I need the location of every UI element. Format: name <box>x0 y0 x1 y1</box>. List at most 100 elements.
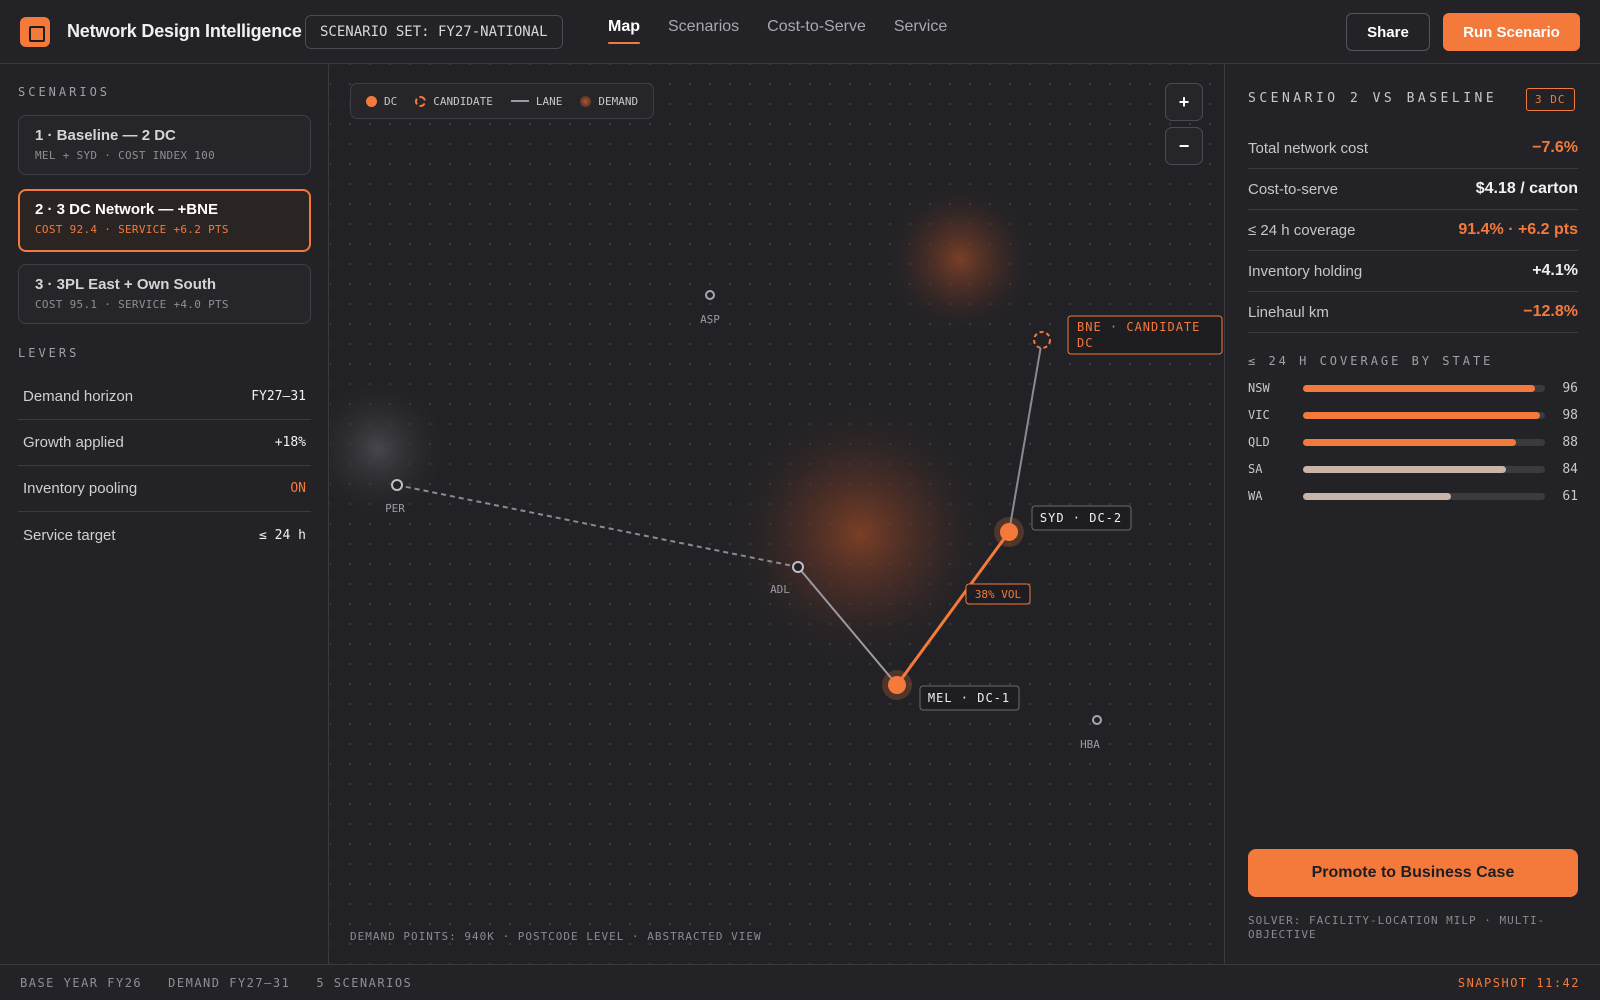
coverage-track <box>1303 411 1545 419</box>
kpi-value: −12.8% <box>1523 303 1578 320</box>
dc-dot-icon <box>366 95 377 107</box>
run-scenario-button[interactable]: Run Scenario <box>1443 13 1580 51</box>
city-node-asp[interactable] <box>705 290 715 300</box>
scenario-card-baseline[interactable]: 1 · Baseline — 2 DC MEL + SYD · COST IND… <box>18 115 311 175</box>
legend-item-dc: DC <box>366 95 397 108</box>
lever-name: Inventory pooling <box>23 480 138 497</box>
tab-cost-to-serve[interactable]: Cost-to-Serve <box>767 18 866 42</box>
scenarios-section-label: SCENARIOS <box>18 85 111 99</box>
legend-label: CANDIDATE <box>433 94 493 108</box>
map-canvas: ASP PER ADL HBA SYD · DC-2 MEL · DC-1 38… <box>330 179 1223 751</box>
kpi-value: +4.1% <box>1532 262 1578 279</box>
legend-label: DEMAND <box>598 94 639 108</box>
tab-service[interactable]: Service <box>894 18 947 42</box>
coverage-row-nsw: NSW 96 <box>1248 378 1578 398</box>
scenario-card-subtitle: COST 95.1 · SERVICE +4.0 PTS <box>35 298 229 311</box>
legend-item-demand: DEMAND <box>580 95 638 108</box>
share-button[interactable]: Share <box>1346 13 1430 51</box>
demand-status: DEMAND FY27–31 <box>168 976 291 990</box>
coverage-state: SA <box>1248 462 1263 476</box>
coverage-track <box>1303 465 1545 473</box>
top-bar: Network Design Intelligence SCENARIO SET… <box>0 0 1600 64</box>
demand-glow-icon <box>580 95 592 107</box>
coverage-track <box>1303 438 1545 446</box>
kpi-label: Cost-to-serve <box>1248 180 1339 198</box>
lever-value: +18% <box>274 435 306 450</box>
status-bar: BASE YEAR FY26 DEMAND FY27–31 5 SCENARIO… <box>0 964 1600 1000</box>
dc-node-mel[interactable] <box>888 676 906 694</box>
kpi-value: 91.4% · +6.2 pts <box>1458 221 1578 238</box>
scenario-count-status: 5 SCENARIOS <box>316 976 413 990</box>
left-sidebar: SCENARIOS 1 · Baseline — 2 DC MEL + SYD … <box>0 64 329 964</box>
kpi-linehaul-km: Linehaul km −12.8% <box>1248 292 1578 333</box>
app-title: Network Design Intelligence <box>67 21 302 41</box>
zoom-in-button[interactable]: + <box>1165 83 1203 121</box>
lever-name: Demand horizon <box>23 388 134 405</box>
candidate-node-bne[interactable] <box>1033 331 1051 349</box>
lever-value: ≤ 24 h <box>259 527 306 543</box>
legend-item-lane: LANE <box>510 95 562 108</box>
coverage-state: NSW <box>1248 381 1270 395</box>
coverage-bar <box>1303 438 1516 446</box>
dc-node-syd[interactable] <box>1000 523 1018 541</box>
city-label-asp: ASP <box>700 313 720 326</box>
dc-label-syd: SYD · DC-2 <box>1040 511 1122 525</box>
scenario-card-subtitle: MEL + SYD · COST INDEX 100 <box>35 149 215 162</box>
kpi-inventory-holding: Inventory holding +4.1% <box>1248 251 1578 292</box>
lever-name: Service target <box>23 526 116 544</box>
coverage-row-vic: VIC 98 <box>1248 405 1578 425</box>
kpi-value: −7.6% <box>1532 139 1578 156</box>
city-label-adl: ADL <box>770 583 790 596</box>
city-node-per[interactable] <box>391 479 403 491</box>
square-logo-icon <box>20 17 50 47</box>
lever-growth-applied[interactable]: Growth applied +18% <box>18 420 311 466</box>
legend-label: DC <box>384 94 398 108</box>
coverage-value: 98 <box>1562 407 1578 423</box>
city-label-per: PER <box>385 502 405 515</box>
scenario-set-chip[interactable]: SCENARIO SET: FY27-NATIONAL <box>305 15 563 49</box>
tab-map[interactable]: Map <box>608 18 640 44</box>
coverage-row-sa: SA 84 <box>1248 459 1578 479</box>
scenario-card-3pl[interactable]: 3 · 3PL East + Own South COST 95.1 · SER… <box>18 264 311 324</box>
base-year-status: BASE YEAR FY26 <box>20 976 143 990</box>
lever-value: FY27–31 <box>251 389 306 404</box>
coverage-track <box>1303 384 1545 392</box>
coverage-bar <box>1303 492 1451 500</box>
scenario-card-subtitle: COST 92.4 · SERVICE +6.2 PTS <box>35 223 229 236</box>
lane-syd-bne[interactable] <box>1008 339 1043 533</box>
demand-cloud-southeast <box>720 394 1000 674</box>
coverage-state: VIC <box>1248 408 1270 422</box>
levers-section-label: LEVERS <box>18 346 80 360</box>
network-map[interactable]: ASP PER ADL HBA SYD · DC-2 MEL · DC-1 38… <box>330 64 1225 964</box>
lane-volume-label: 38% VOL <box>975 588 1022 601</box>
kpi-label: Inventory holding <box>1248 262 1363 280</box>
map-footer-note: DEMAND POINTS: 940K · POSTCODE LEVEL · A… <box>350 930 762 943</box>
snapshot-time: SNAPSHOT 11:42 <box>1457 976 1580 990</box>
lever-name: Growth applied <box>23 434 124 451</box>
candidate-label-line2: DC <box>1077 336 1093 350</box>
lever-service-target[interactable]: Service target ≤ 24 h <box>18 512 311 558</box>
dc-label-mel: MEL · DC-1 <box>928 691 1010 705</box>
scenario-card-title: 1 · Baseline — 2 DC <box>35 127 176 144</box>
coverage-value: 96 <box>1562 380 1578 396</box>
lever-value: ON <box>290 481 306 496</box>
coverage-title: ≤ 24 H COVERAGE BY STATE <box>1248 354 1494 368</box>
tab-scenarios[interactable]: Scenarios <box>668 18 739 42</box>
lever-demand-horizon[interactable]: Demand horizon FY27–31 <box>18 374 311 420</box>
solver-note: SOLVER: FACILITY-LOCATION MILP · MULTI-O… <box>1248 914 1546 941</box>
candidate-label-line1: BNE · CANDIDATE <box>1077 320 1200 334</box>
candidate-ring-icon <box>415 95 427 107</box>
coverage-row-wa: WA 61 <box>1248 486 1578 506</box>
lever-inventory-pooling[interactable]: Inventory pooling ON <box>18 466 311 512</box>
coverage-state: QLD <box>1248 435 1270 449</box>
scenario-card-3dc[interactable]: 2 · 3 DC Network — +BNE COST 92.4 · SERV… <box>18 189 311 252</box>
main-nav: Map Scenarios Cost-to-Serve Service <box>608 18 947 44</box>
comparison-panel: SCENARIO 2 VS BASELINE 3 DC Total networ… <box>1226 64 1600 964</box>
demand-cloud-northeast <box>880 179 1040 339</box>
kpi-label: Linehaul km <box>1248 303 1329 321</box>
status-bar-left: BASE YEAR FY26 DEMAND FY27–31 5 SCENARIO… <box>20 976 412 990</box>
promote-to-business-case-button[interactable]: Promote to Business Case <box>1248 849 1578 897</box>
city-node-adl[interactable] <box>792 561 804 573</box>
city-node-hba[interactable] <box>1092 715 1102 725</box>
zoom-out-button[interactable]: − <box>1165 127 1203 165</box>
